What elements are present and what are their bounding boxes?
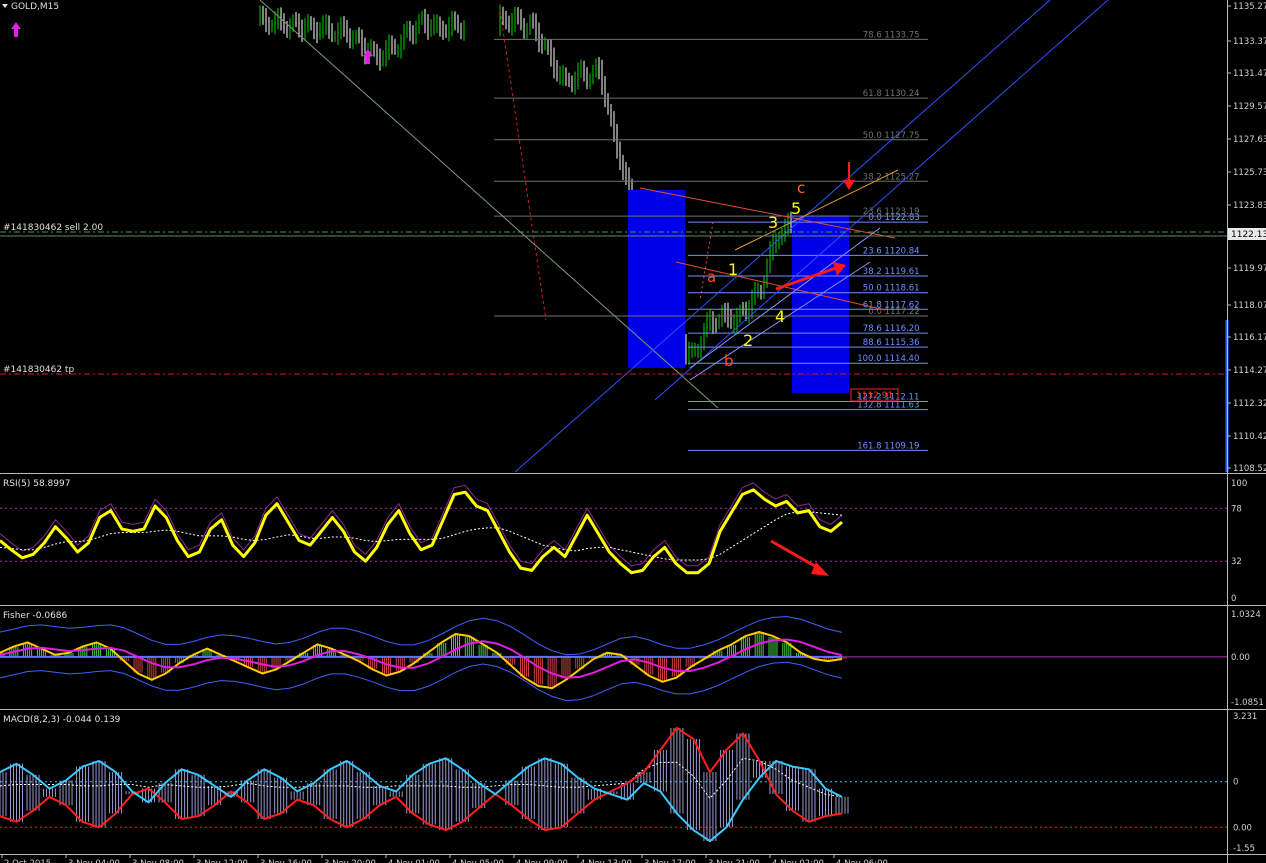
window-title-bar[interactable]: GOLD,M15 xyxy=(2,2,59,12)
price-tick-label: 1133.37 xyxy=(1233,37,1266,47)
fib-label: 23.6 1120.84 xyxy=(863,246,920,256)
tp-order-label: #141830462 tp xyxy=(3,365,74,375)
rsi-tick-label: 100 xyxy=(1231,479,1247,489)
fib-label: 88.6 1115.36 xyxy=(863,338,920,348)
price-tick-label: 1114.27 xyxy=(1233,366,1266,376)
fib-label: 100.0 1114.40 xyxy=(857,354,919,364)
blue-box-left xyxy=(628,190,685,368)
time-tick-label: 4 Nov 13:00 xyxy=(580,859,632,863)
time-tick-label: 4 Nov 06:00 xyxy=(836,859,888,863)
macd-tick-label: 0.00 xyxy=(1233,823,1252,833)
wave-label-5: 5 xyxy=(791,199,801,218)
fib-label: 61.8 1130.24 xyxy=(863,89,920,99)
time-tick-label: 4 Nov 01:00 xyxy=(388,859,440,863)
wave-label-a: a xyxy=(707,268,716,286)
fib-label: 0.0 1122.83 xyxy=(868,213,919,223)
trading-chart[interactable]: 78.6 1133.75 61.8 1130.24 50.0 1127.75 38.2… xyxy=(0,0,1266,863)
stop-price-label: 1112.91 xyxy=(856,391,893,401)
time-tick-label: 3 Nov 20:00 xyxy=(324,859,376,863)
rsi-tick-label: 32 xyxy=(1231,557,1242,567)
time-tick-label: 3 Nov 04:00 xyxy=(68,859,120,863)
price-tick-label: 1125.73 xyxy=(1233,168,1266,178)
price-tick-label: 1116.17 xyxy=(1233,333,1266,343)
fib-label: 78.6 1116.20 xyxy=(863,324,920,334)
price-tick-label: 1112.32 xyxy=(1233,399,1266,409)
fib-label: 38.2 1119.61 xyxy=(863,267,920,277)
time-tick-label: 4 Nov 05:00 xyxy=(452,859,504,863)
wave-label-1: 1 xyxy=(728,260,738,279)
current-price-value: 1122.13 xyxy=(1231,230,1266,240)
time-tick-label: 4 Nov 09:00 xyxy=(516,859,568,863)
price-tick-label: 1118.07 xyxy=(1233,301,1266,311)
wave-label-2: 2 xyxy=(743,331,753,350)
macd-title: MACD(8,2,3) -0.044 0.139 xyxy=(3,715,121,725)
time-tick-label: 3 Nov 21:00 xyxy=(708,859,760,863)
macd-tick-label: -1.55 xyxy=(1233,844,1255,854)
current-price-tag: 1122.13 xyxy=(1228,228,1266,240)
wave-label-c: c xyxy=(797,179,805,197)
price-tick-label: 1123.83 xyxy=(1233,201,1266,211)
time-tick-label: 3 Nov 12:00 xyxy=(196,859,248,863)
fisher-tick-label: -1.0851 xyxy=(1231,698,1264,708)
price-tick-label: 1108.52 xyxy=(1233,464,1266,474)
time-tick-label: 2 Oct 2015 xyxy=(4,859,51,863)
symbol-title: GOLD,M15 xyxy=(11,2,59,12)
sell-order-label: #141830462 sell 2.00 xyxy=(3,223,103,233)
fisher-tick-label: 0.00 xyxy=(1231,653,1250,663)
price-tick-label: 1119.97 xyxy=(1233,264,1266,274)
fisher-title: Fisher -0.0686 xyxy=(3,611,68,621)
price-tick-label: 1131.47 xyxy=(1233,69,1266,79)
wave-label-4: 4 xyxy=(775,307,785,326)
rsi-tick-label: 0 xyxy=(1231,594,1236,604)
rsi-tick-label: 78 xyxy=(1231,504,1242,514)
fib-label: 161.8 1109.19 xyxy=(857,441,919,451)
wave-label-b: b xyxy=(724,352,734,370)
blue-box-right xyxy=(792,215,849,393)
price-pane[interactable]: 78.6 1133.75 61.8 1130.24 50.0 1127.75 38.2… xyxy=(0,0,1229,473)
rsi-title: RSI(5) 58.8997 xyxy=(3,479,70,489)
fib-label: 50.0 1118.61 xyxy=(863,284,920,294)
fib-label: 78.6 1133.75 xyxy=(863,30,920,40)
price-tick-label: 1135.27 xyxy=(1233,2,1266,12)
time-tick-label: 3 Nov 17:00 xyxy=(644,859,696,863)
fib-label: 50.0 1127.75 xyxy=(863,131,920,141)
wave-label-3: 3 xyxy=(768,213,778,232)
time-tick-label: 3 Nov 08:00 xyxy=(132,859,184,863)
time-tick-label: 4 Nov 02:00 xyxy=(772,859,824,863)
macd-tick-label: 3.231 xyxy=(1233,712,1257,722)
fib-label: 61.8 1117.62 xyxy=(863,300,920,310)
macd-tick-label: 0 xyxy=(1233,778,1238,788)
price-tick-label: 1127.63 xyxy=(1233,135,1266,145)
time-tick-label: 3 Nov 16:00 xyxy=(260,859,312,863)
fisher-tick-label: 1.0324 xyxy=(1231,610,1261,620)
price-tick-label: 1129.57 xyxy=(1233,102,1266,112)
price-tick-label: 1110.42 xyxy=(1233,432,1266,442)
fib-label: 132.8 1111.63 xyxy=(857,401,919,411)
